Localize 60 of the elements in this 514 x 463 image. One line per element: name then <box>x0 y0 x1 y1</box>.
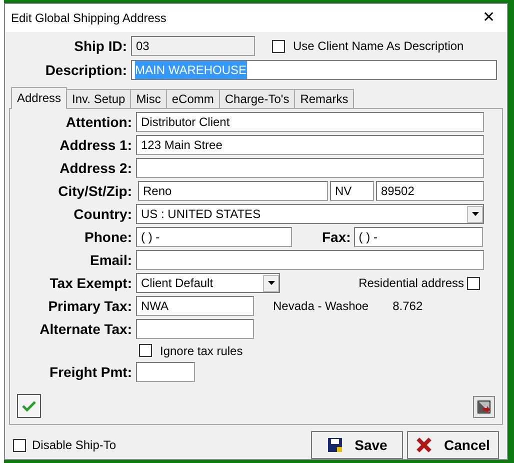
state-field[interactable]: NV <box>330 181 374 202</box>
field-label: Address 2: <box>58 158 133 178</box>
input-field[interactable] <box>136 362 195 382</box>
field-label: Address 1: <box>58 136 133 155</box>
toolbar-button[interactable] <box>473 396 495 418</box>
phone-field[interactable]: ( ) - <box>136 227 292 248</box>
field-label: City/St/Zip: <box>57 182 133 201</box>
tax-rate: 8.762 <box>392 298 423 316</box>
input-field[interactable] <box>136 319 254 340</box>
selected-text: MAIN WAREHOUSE <box>135 61 247 80</box>
tab[interactable]: eComm <box>166 88 220 109</box>
address-check-button[interactable] <box>17 394 41 418</box>
field-label: Tax Exempt: <box>48 274 133 293</box>
field-label: Primary Tax: <box>47 296 133 316</box>
checkbox-label: Use Client Name As Description <box>293 38 464 56</box>
input-field[interactable] <box>136 250 484 270</box>
input-field[interactable]: NWA <box>136 296 254 316</box>
country-dropdown[interactable]: US : UNITED STATES <box>136 204 484 224</box>
checkbox[interactable] <box>139 344 152 358</box>
tab[interactable]: Address <box>11 86 68 109</box>
field-label: Ship ID: <box>73 36 128 56</box>
dropdown-button[interactable] <box>263 274 279 292</box>
checkbox[interactable] <box>272 40 285 53</box>
tab[interactable]: Inv. Setup <box>66 88 132 109</box>
checkbox-label: Ignore tax rules <box>160 342 243 360</box>
window-title: Edit Global Shipping Address <box>11 10 166 27</box>
cancel-button[interactable]: Cancel <box>407 431 499 459</box>
tax-name: Nevada - Washoe <box>273 298 369 316</box>
field-label: Alternate Tax: <box>38 320 133 339</box>
field-label: Country: <box>72 204 133 224</box>
fax-field[interactable]: ( ) - <box>354 227 483 248</box>
close-button[interactable]: ✕ <box>477 6 501 30</box>
dropdown-button[interactable] <box>467 206 483 223</box>
zip-field[interactable]: 89502 <box>376 181 484 202</box>
checkbox[interactable] <box>13 438 26 452</box>
tab[interactable]: Remarks <box>294 88 354 109</box>
check-icon <box>21 400 37 412</box>
input-field[interactable]: 123 Main Stree <box>136 135 484 156</box>
checkbox-label: Disable Ship-To <box>32 437 116 454</box>
field-label: Fax: <box>322 228 351 247</box>
field-label: Attention: <box>64 112 133 132</box>
caret-icon <box>268 281 274 286</box>
checkbox[interactable] <box>467 276 480 290</box>
tab[interactable]: Misc <box>130 88 167 109</box>
cross-icon <box>416 437 432 453</box>
field-label: Freight Pmt: <box>48 362 133 382</box>
document-arrow-icon <box>477 400 491 414</box>
city-field[interactable]: Reno <box>138 181 328 202</box>
field-label: Description: <box>44 60 128 80</box>
field-label: Email: <box>88 250 133 270</box>
dropdown-value: US : UNITED STATES <box>141 206 261 224</box>
caret-icon <box>472 212 478 216</box>
save-button[interactable]: Save <box>311 431 403 459</box>
dropdown-value: Client Default <box>141 275 214 292</box>
input-field[interactable] <box>136 158 484 178</box>
checkbox-label: Residential address <box>358 275 464 292</box>
tax-exempt-dropdown[interactable]: Client Default <box>136 273 280 294</box>
field-label: Phone: <box>84 228 133 247</box>
input-field[interactable]: Distributor Client <box>136 112 484 132</box>
tab[interactable]: Charge-To's <box>218 88 296 109</box>
